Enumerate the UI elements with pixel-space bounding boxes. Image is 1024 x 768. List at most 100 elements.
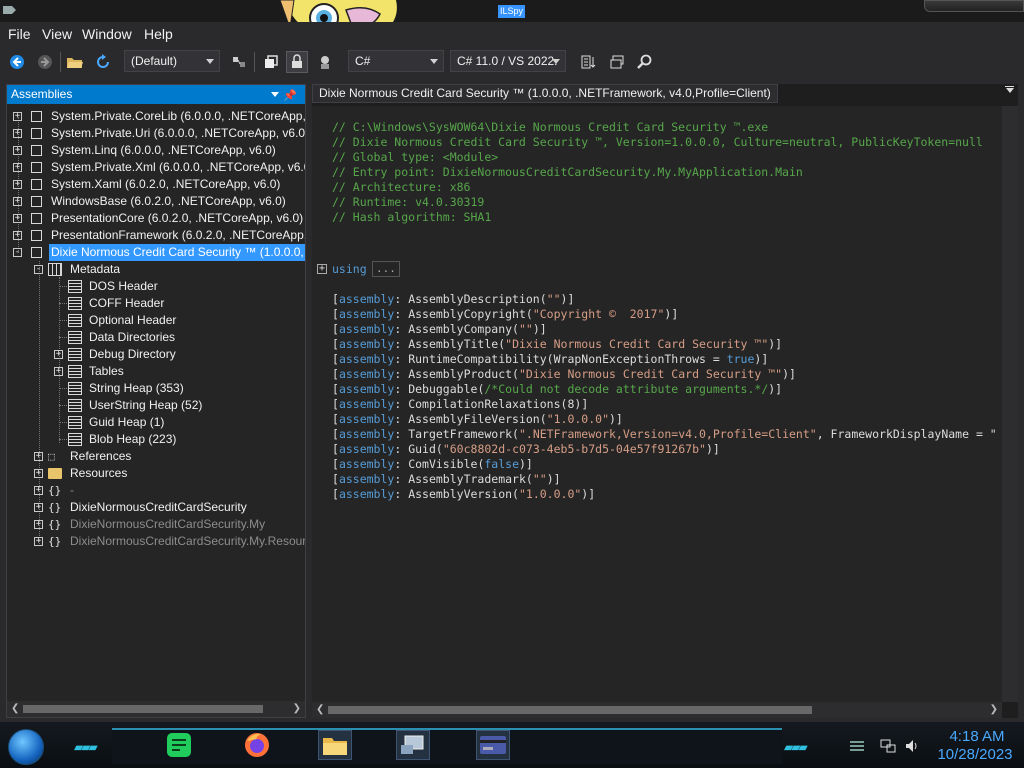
menu-window[interactable]: Window (82, 25, 132, 43)
language-version-combo[interactable]: C# 11.0 / VS 2022. (450, 50, 566, 72)
menu-view[interactable]: View (42, 25, 72, 43)
expand-icon[interactable]: + (13, 112, 22, 121)
language-combo[interactable]: C# (348, 50, 444, 72)
expand-icon[interactable]: + (13, 231, 22, 240)
tree-item-assembly[interactable]: + PresentationFramework (6.0.2.0, .NETCo… (7, 227, 305, 244)
scrollbar-thumb[interactable] (23, 705, 263, 713)
tree-item-namespace[interactable]: + {} - (7, 482, 305, 499)
scrollbar-thumb[interactable] (328, 706, 812, 714)
expand-icon[interactable]: + (34, 452, 43, 461)
back-button[interactable] (6, 51, 28, 73)
filter-combo[interactable]: (Default) (124, 50, 220, 72)
expand-using-icon[interactable]: + (317, 264, 327, 274)
tree-item-assembly[interactable]: + System.Private.Xml (6.0.0.0, .NETCoreA… (7, 159, 305, 176)
expand-icon[interactable]: + (54, 350, 63, 359)
tree-item-metadata-child[interactable]: COFF Header (7, 295, 305, 312)
tree-item-label: Blob Heap (223) (89, 432, 177, 446)
tree-guide (59, 337, 67, 338)
forward-button[interactable] (34, 51, 56, 73)
assembly-tree[interactable]: + System.Private.CoreLib (6.0.0.0, .NETC… (7, 105, 305, 701)
network-tray-icon[interactable] (880, 738, 896, 754)
expand-icon[interactable]: + (34, 503, 43, 512)
tab-list-dropdown-icon[interactable] (1006, 88, 1014, 93)
tree-item-namespace[interactable]: + {} DixieNormousCreditCardSecurity (7, 499, 305, 516)
window-controls[interactable] (924, 0, 1024, 12)
tree-item-references[interactable]: + ⬚ References (7, 448, 305, 465)
code-view[interactable]: // C:\Windows\SysWOW64\Dixie Normous Cre… (312, 106, 1002, 702)
network-app-button[interactable] (396, 730, 430, 760)
expand-icon[interactable]: + (34, 520, 43, 529)
clock-date[interactable]: 10/28/2023 (930, 746, 1020, 763)
expand-icon[interactable]: + (13, 163, 22, 172)
collapsed-using-block[interactable]: ... (372, 261, 400, 277)
tree-item-metadata[interactable]: - Metadata (7, 261, 305, 278)
menu-help[interactable]: Help (144, 25, 173, 43)
start-button[interactable] (8, 729, 44, 765)
expand-icon[interactable]: + (13, 129, 22, 138)
attribute-line: [assembly: AssemblyFileVersion("1.0.0.0"… (332, 412, 623, 426)
scroll-left-icon[interactable]: ❮ (11, 703, 19, 714)
tree-item-assembly[interactable]: + WindowsBase (6.0.2.0, .NETCoreApp, v6.… (7, 193, 305, 210)
show-all-button[interactable] (314, 51, 336, 73)
tray-show-desktop-icon[interactable] (848, 738, 866, 752)
expand-icon[interactable]: + (34, 469, 43, 478)
tree-item-metadata-child[interactable]: Data Directories (7, 329, 305, 346)
tree-item-selected-assembly[interactable]: - Dixie Normous Credit Card Security ™ (… (7, 244, 305, 261)
tree-item-metadata-child[interactable]: Blob Heap (223) (7, 431, 305, 448)
file-explorer-button[interactable] (318, 730, 352, 760)
show-private-button[interactable] (286, 51, 308, 73)
expand-icon[interactable]: + (13, 197, 22, 206)
volume-tray-icon[interactable] (904, 738, 920, 754)
tree-item-metadata-child[interactable]: + Tables (7, 363, 305, 380)
sort-button[interactable] (578, 51, 600, 73)
tree-item-metadata-child[interactable]: UserString Heap (52) (7, 397, 305, 414)
tree-item-namespace[interactable]: + {} DixieNormousCreditCardSecurity.My.R… (7, 533, 305, 550)
scroll-right-icon[interactable]: ❯ (293, 703, 301, 714)
clock-time[interactable]: 4:18 AM (942, 728, 1012, 745)
scroll-left-icon[interactable]: ❮ (316, 704, 324, 715)
namespace-icon: {} (48, 518, 62, 531)
new-window-button[interactable] (606, 51, 628, 73)
card-app-button[interactable] (476, 730, 510, 760)
collapse-icon[interactable]: - (34, 265, 43, 274)
using-keyword: using (332, 262, 367, 276)
menu-file[interactable]: File (8, 25, 31, 43)
expand-icon[interactable]: + (13, 180, 22, 189)
tree-item-assembly[interactable]: + System.Linq (6.0.0.0, .NETCoreApp, v6.… (7, 142, 305, 159)
language-version-value: C# 11.0 / VS 2022. (457, 54, 558, 68)
code-vertical-scrollbar[interactable] (1002, 106, 1018, 702)
tree-item-resources[interactable]: + Resources (7, 465, 305, 482)
scroll-right-icon[interactable]: ❯ (990, 704, 998, 715)
tree-item-metadata-child[interactable]: String Heap (353) (7, 380, 305, 397)
tree-item-metadata-child[interactable]: Optional Header (7, 312, 305, 329)
tree-item-metadata-child[interactable]: Guid Heap (1) (7, 414, 305, 431)
expand-icon[interactable]: + (13, 214, 22, 223)
folder-icon (48, 468, 62, 479)
open-button[interactable] (64, 51, 86, 73)
code-horizontal-scrollbar[interactable]: ❮ ❯ (312, 702, 1002, 718)
expand-icon[interactable]: + (13, 146, 22, 155)
show-public-button[interactable] (260, 51, 282, 73)
firefox-button[interactable] (240, 730, 274, 760)
expand-icon[interactable]: + (34, 486, 43, 495)
collapse-icon[interactable]: - (13, 248, 22, 257)
tree-item-assembly[interactable]: + System.Private.Uri (6.0.0.0, .NETCoreA… (7, 125, 305, 142)
pin-icon[interactable]: 📌 (283, 87, 297, 106)
expand-icon[interactable]: + (34, 537, 43, 546)
reload-button[interactable] (92, 51, 114, 73)
chevron-down-icon[interactable] (271, 92, 279, 97)
document-tab[interactable]: Dixie Normous Credit Card Security ™ (1.… (312, 84, 778, 103)
left-horizontal-scrollbar[interactable]: ❮ ❯ (7, 701, 305, 717)
tree-item-assembly[interactable]: + PresentationCore (6.0.2.0, .NETCoreApp… (7, 210, 305, 227)
notes-app-button[interactable] (162, 730, 196, 760)
filter-button[interactable] (228, 51, 250, 73)
tree-item-metadata-child[interactable]: DOS Header (7, 278, 305, 295)
table-icon (68, 331, 82, 344)
expand-icon[interactable]: + (54, 367, 63, 376)
tree-item-metadata-child[interactable]: + Debug Directory (7, 346, 305, 363)
search-button[interactable] (634, 51, 656, 73)
tree-item-assembly[interactable]: + System.Private.CoreLib (6.0.0.0, .NETC… (7, 108, 305, 125)
tree-item-assembly[interactable]: + System.Xaml (6.0.2.0, .NETCoreApp, v6.… (7, 176, 305, 193)
tree-item-namespace[interactable]: + {} DixieNormousCreditCardSecurity.My (7, 516, 305, 533)
tree-item-label: COFF Header (89, 296, 165, 310)
